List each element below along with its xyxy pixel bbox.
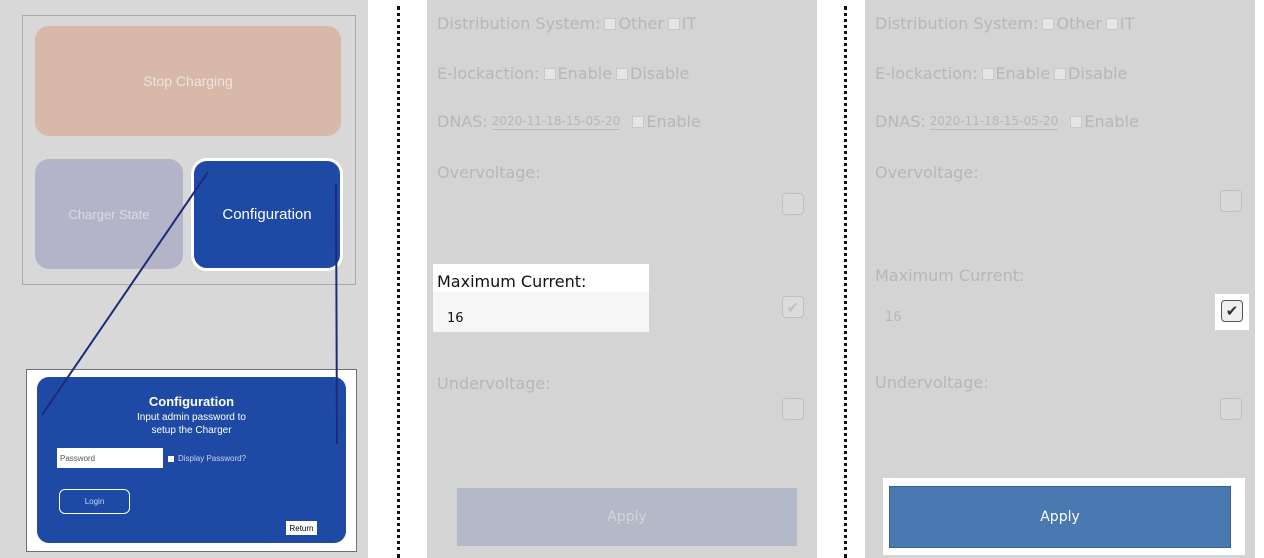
- display-password-checkbox[interactable]: [168, 455, 174, 462]
- undervoltage-label: Undervoltage:: [437, 374, 551, 393]
- config-panel-current-highlight: Distribution System: Other IT E-lockacti…: [427, 0, 817, 558]
- return-button[interactable]: Return: [286, 521, 317, 535]
- dnas-label: DNAS:: [437, 112, 488, 131]
- other-label: Other: [618, 14, 664, 33]
- elockaction-row: E-lockaction: Enable Disable: [875, 64, 1127, 83]
- max-current-checkbox[interactable]: ✔: [782, 296, 804, 318]
- distribution-system-row: Distribution System: Other IT: [875, 14, 1134, 33]
- distribution-system-row: Distribution System: Other IT: [437, 14, 696, 33]
- login-subtitle: Input admin password to setup the Charge…: [37, 411, 346, 437]
- check-icon: ✔: [1225, 302, 1239, 320]
- max-current-highlight: Maximum Current: 16: [433, 264, 649, 332]
- disable-checkbox[interactable]: [1054, 67, 1067, 80]
- dnas-row: DNAS: 2020-11-18-15-05-20 Enable: [437, 112, 701, 131]
- enable-label: Enable: [995, 64, 1051, 83]
- configuration-button[interactable]: Configuration: [191, 158, 343, 271]
- enable-label: Enable: [557, 64, 613, 83]
- elockaction-label: E-lockaction:: [437, 64, 540, 83]
- password-input[interactable]: [57, 448, 163, 468]
- disable-label: Disable: [1068, 64, 1128, 83]
- distribution-system-label: Distribution System:: [437, 14, 601, 33]
- dnas-row: DNAS: 2020-11-18-15-05-20 Enable: [875, 112, 1139, 131]
- distribution-system-label: Distribution System:: [875, 14, 1039, 33]
- dnas-enable-label: Enable: [1084, 112, 1139, 131]
- overvoltage-checkbox[interactable]: [1220, 190, 1242, 212]
- login-title: Configuration: [148, 394, 235, 409]
- login-subtitle-line2: setup the Charger: [151, 425, 232, 436]
- max-current-checkbox-highlight: ✔: [1215, 294, 1249, 330]
- other-label: Other: [1056, 14, 1102, 33]
- max-current-label: Maximum Current:: [437, 272, 587, 291]
- separator-right: [844, 6, 847, 558]
- max-current-input-bg: [433, 292, 649, 332]
- overvoltage-checkbox[interactable]: [782, 193, 804, 215]
- login-dialog: Configuration Input admin password to se…: [37, 377, 346, 543]
- charger-state-button[interactable]: Charger State: [35, 159, 183, 269]
- apply-button-disabled[interactable]: Apply: [457, 488, 797, 546]
- login-button[interactable]: Login: [59, 489, 130, 514]
- undervoltage-checkbox[interactable]: [782, 398, 804, 420]
- max-current-input[interactable]: 16: [447, 311, 464, 326]
- disable-checkbox[interactable]: [616, 67, 629, 80]
- dnas-enable-label: Enable: [646, 112, 701, 131]
- config-panel-apply-highlight: Distribution System: Other IT E-lockacti…: [865, 0, 1255, 558]
- dnas-value-field[interactable]: 2020-11-18-15-05-20: [929, 114, 1059, 130]
- dnas-value-field[interactable]: 2020-11-18-15-05-20: [491, 114, 621, 130]
- display-password-label: Display Password?: [178, 454, 247, 463]
- enable-checkbox[interactable]: [981, 67, 994, 80]
- dnas-label: DNAS:: [875, 112, 926, 131]
- elockaction-label: E-lockaction:: [875, 64, 978, 83]
- apply-button[interactable]: Apply: [889, 486, 1231, 548]
- dnas-enable-checkbox[interactable]: [1070, 115, 1083, 128]
- overvoltage-label: Overvoltage:: [875, 163, 979, 182]
- max-current-checkbox[interactable]: ✔: [1221, 300, 1243, 322]
- it-label: IT: [1119, 14, 1135, 33]
- main-menu-panel: Stop Charging Charger State Configuratio…: [0, 0, 368, 558]
- other-checkbox[interactable]: [604, 17, 617, 30]
- disable-label: Disable: [630, 64, 690, 83]
- check-icon: ✔: [786, 297, 800, 317]
- elockaction-row: E-lockaction: Enable Disable: [437, 64, 689, 83]
- overvoltage-label: Overvoltage:: [437, 163, 541, 182]
- it-checkbox[interactable]: [1105, 17, 1118, 30]
- separator-left: [397, 6, 400, 558]
- it-checkbox[interactable]: [667, 17, 680, 30]
- stop-charging-button[interactable]: Stop Charging: [35, 26, 341, 136]
- other-checkbox[interactable]: [1042, 17, 1055, 30]
- enable-checkbox[interactable]: [543, 67, 556, 80]
- it-label: IT: [681, 14, 697, 33]
- undervoltage-label: Undervoltage:: [875, 373, 989, 392]
- display-password-toggle[interactable]: Display Password?: [168, 454, 246, 463]
- max-current-input[interactable]: 16: [885, 310, 902, 325]
- max-current-label: Maximum Current:: [875, 266, 1025, 285]
- dnas-enable-checkbox[interactable]: [632, 115, 645, 128]
- undervoltage-checkbox[interactable]: [1220, 398, 1242, 420]
- login-subtitle-line1: Input admin password to: [137, 412, 246, 423]
